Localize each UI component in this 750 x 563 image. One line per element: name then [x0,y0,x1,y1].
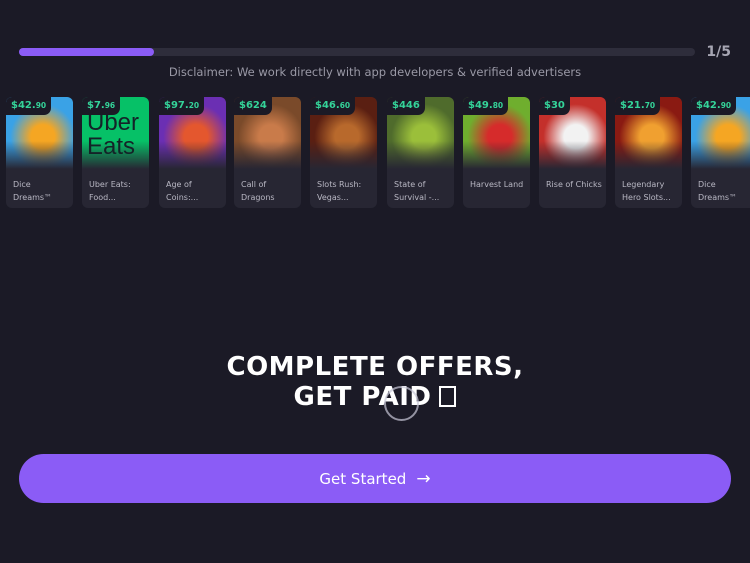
offer-price: $446 [387,97,425,115]
offer-price-cents: 96 [104,101,116,110]
offer-title: Rise of Chicks [546,180,602,189]
offer-price-main: $97. [164,100,189,111]
offer-price-cents: 60 [339,101,351,110]
loading-spinner-icon [384,386,419,421]
offer-price: $97.20 [159,97,205,115]
offer-title: Legendary Hero Slots... [622,180,671,202]
offer-card[interactable]: $49.80 Harvest Land [463,97,530,208]
offer-title: Dice Dreams™ [698,180,738,202]
offer-price-main: $30 [544,100,565,111]
uber-eats-wordmark: Uber Eats [87,111,139,159]
offers-carousel[interactable]: $42.90 Dice Dreams™ Uber Eats $7.96 Uber Eats… [0,96,750,211]
offer-title: Slots Rush: Vegas... [317,180,362,202]
uber-eats-logo-line-2: Eats [87,133,136,160]
offer-title: Uber Eats: Food... [89,180,131,202]
offer-price: $7.96 [82,97,121,115]
offer-price-cents: 70 [644,101,656,110]
emoji-placeholder-icon [439,386,457,407]
offer-price: $42.90 [691,97,737,115]
offer-title: Dice Dreams™ [13,180,53,202]
offer-title: Call of Dragons [241,180,275,202]
offer-price-main: $46. [315,100,340,111]
offer-price: $30 [539,97,570,115]
offer-price: $21.70 [615,97,661,115]
offer-card[interactable]: $446 State of Survival -... [387,97,454,208]
progress-bar-fill [19,48,155,56]
offer-price-main: $446 [392,100,420,111]
headline-line-1: COMPLETE OFFERS, [226,352,524,382]
get-started-button[interactable]: Get Started → [19,454,731,503]
offer-card[interactable]: $42.90 Dice Dreams™ [6,97,73,208]
offer-price-cents: 80 [492,101,504,110]
offer-price-main: $49. [468,100,493,111]
progress-bar [19,48,695,56]
offer-title: State of Survival -... [394,180,440,202]
offer-card[interactable]: $46.60 Slots Rush: Vegas... [310,97,377,208]
offer-price: $624 [234,97,272,115]
headline: COMPLETE OFFERS, GET PAID [0,352,750,412]
offer-price-main: $7. [87,100,105,111]
offer-price-main: $42. [11,100,36,111]
headline-line-2: GET PAID [0,382,750,412]
offer-price-main: $624 [239,100,267,111]
offer-title: Age of Coins:... [166,180,199,202]
offer-card[interactable]: $21.70 Legendary Hero Slots... [615,97,682,208]
disclaimer-text: Disclaimer: We work directly with app de… [168,65,582,79]
offer-title: Harvest Land [470,180,524,189]
offer-card[interactable]: $30 Rise of Chicks [539,97,606,208]
get-started-label: Get Started [319,469,407,488]
offer-price-cents: 90 [35,101,47,110]
step-counter: 1/5 [706,44,731,60]
arrow-right-icon: → [416,468,431,489]
offer-price-cents: 90 [720,101,732,110]
offer-price-main: $21. [620,100,645,111]
offer-price: $49.80 [463,97,509,115]
offer-price-cents: 20 [188,101,200,110]
offer-card[interactable]: Uber Eats $7.96 Uber Eats: Food... [82,97,149,208]
offer-price-main: $42. [696,100,721,111]
offer-card[interactable]: $42.90 Dice Dreams™ [691,97,750,208]
offer-price: $46.60 [310,97,356,115]
offer-card[interactable]: $624 Call of Dragons [234,97,301,208]
offer-price: $42.90 [6,97,52,115]
offer-card[interactable]: $97.20 Age of Coins:... [159,97,226,208]
